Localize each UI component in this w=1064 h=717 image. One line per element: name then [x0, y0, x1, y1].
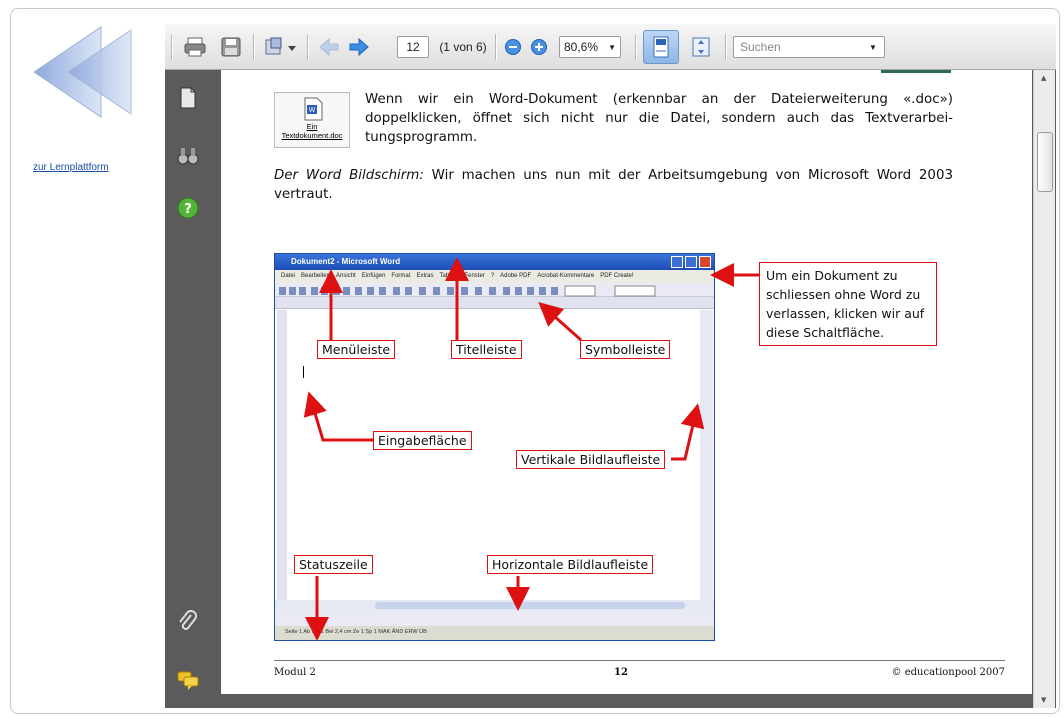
- back-arrow-icon[interactable]: [26, 22, 136, 122]
- fit-width-button[interactable]: [643, 30, 679, 64]
- toolbar-separator: [253, 34, 255, 60]
- toolbar-separator: [495, 34, 497, 60]
- print-button[interactable]: [179, 33, 211, 61]
- page-count-label: (1 von 6): [439, 40, 487, 54]
- binoculars-icon[interactable]: [176, 144, 200, 168]
- tools-menu-button[interactable]: [261, 33, 301, 61]
- next-page-button[interactable]: [345, 33, 373, 61]
- save-button[interactable]: [215, 33, 247, 61]
- minus-circle-icon: [505, 39, 521, 55]
- scroll-up-icon[interactable]: ▲: [1041, 74, 1046, 82]
- toolbar-grip: [171, 34, 173, 60]
- fit-width-icon: [653, 36, 669, 58]
- svg-text:?: ?: [184, 202, 192, 217]
- zoom-value: 80,6%: [564, 40, 599, 54]
- label-eingabeflaeche: Eingabefläche: [373, 431, 472, 450]
- viewer-vertical-scrollbar[interactable]: ▲ ▼: [1033, 70, 1055, 708]
- printer-icon: [184, 37, 206, 57]
- toolbar-separator: [307, 34, 309, 60]
- zoom-in-button[interactable]: [527, 33, 551, 61]
- comments-icon[interactable]: [176, 668, 200, 692]
- viewer-sidebar: ?: [165, 70, 211, 708]
- label-menueleiste: Menüleiste: [317, 340, 396, 359]
- close-button-callout: Um ein Dokument zu schliessen ohne Word …: [759, 262, 937, 346]
- toolbar-separator: [635, 34, 637, 60]
- arrow-left-icon: [319, 37, 339, 57]
- plus-circle-icon: [531, 39, 547, 55]
- zoom-select[interactable]: 80,6% ▼: [559, 36, 621, 58]
- footer-page-number: 12: [614, 667, 628, 678]
- hand-tool-icon: [265, 37, 296, 55]
- chevron-down-icon: ▼: [608, 42, 616, 52]
- zoom-out-button[interactable]: [501, 33, 525, 61]
- label-horizontale-bildlaufleiste: Horizontale Bildlaufleiste: [487, 555, 654, 574]
- paperclip-icon[interactable]: [176, 610, 200, 634]
- label-statuszeile: Statuszeile: [294, 555, 373, 574]
- pages-icon[interactable]: [176, 86, 200, 110]
- footer-module: Modul 2: [274, 667, 316, 678]
- label-titelleiste: Titelleiste: [451, 340, 522, 359]
- pdf-viewer: 12 (1 von 6) 80,6% ▼ Suchen ▼ ? W Ein Te…: [165, 24, 1056, 708]
- fit-page-button[interactable]: [685, 33, 717, 61]
- lernplattform-link[interactable]: zur Lernplattform: [33, 162, 109, 173]
- footer-copyright: © educationpool 2007: [891, 667, 1005, 678]
- previous-page-button[interactable]: [315, 33, 343, 61]
- scroll-down-icon[interactable]: ▼: [1041, 696, 1046, 704]
- arrow-right-icon: [349, 37, 369, 57]
- document-page: W Ein Textdokument.doc Wenn wir ein Word…: [221, 70, 1032, 694]
- toolbar-separator: [725, 34, 727, 60]
- scrollbar-thumb[interactable]: [1037, 132, 1053, 192]
- annotation-arrows: [303, 257, 759, 641]
- help-icon[interactable]: ?: [176, 196, 200, 220]
- fit-page-icon: [692, 37, 710, 57]
- floppy-disk-icon: [221, 37, 241, 57]
- search-dropdown-icon[interactable]: ▼: [863, 33, 883, 61]
- viewer-toolbar: 12 (1 von 6) 80,6% ▼ Suchen ▼: [165, 24, 1056, 70]
- page-footer: Modul 2 12 © educationpool 2007: [274, 660, 1005, 678]
- label-vertikale-bildlaufleiste: Vertikale Bildlaufleiste: [516, 450, 666, 469]
- label-symbolleiste: Symbolleiste: [580, 340, 671, 359]
- page-number-input[interactable]: 12: [397, 36, 429, 58]
